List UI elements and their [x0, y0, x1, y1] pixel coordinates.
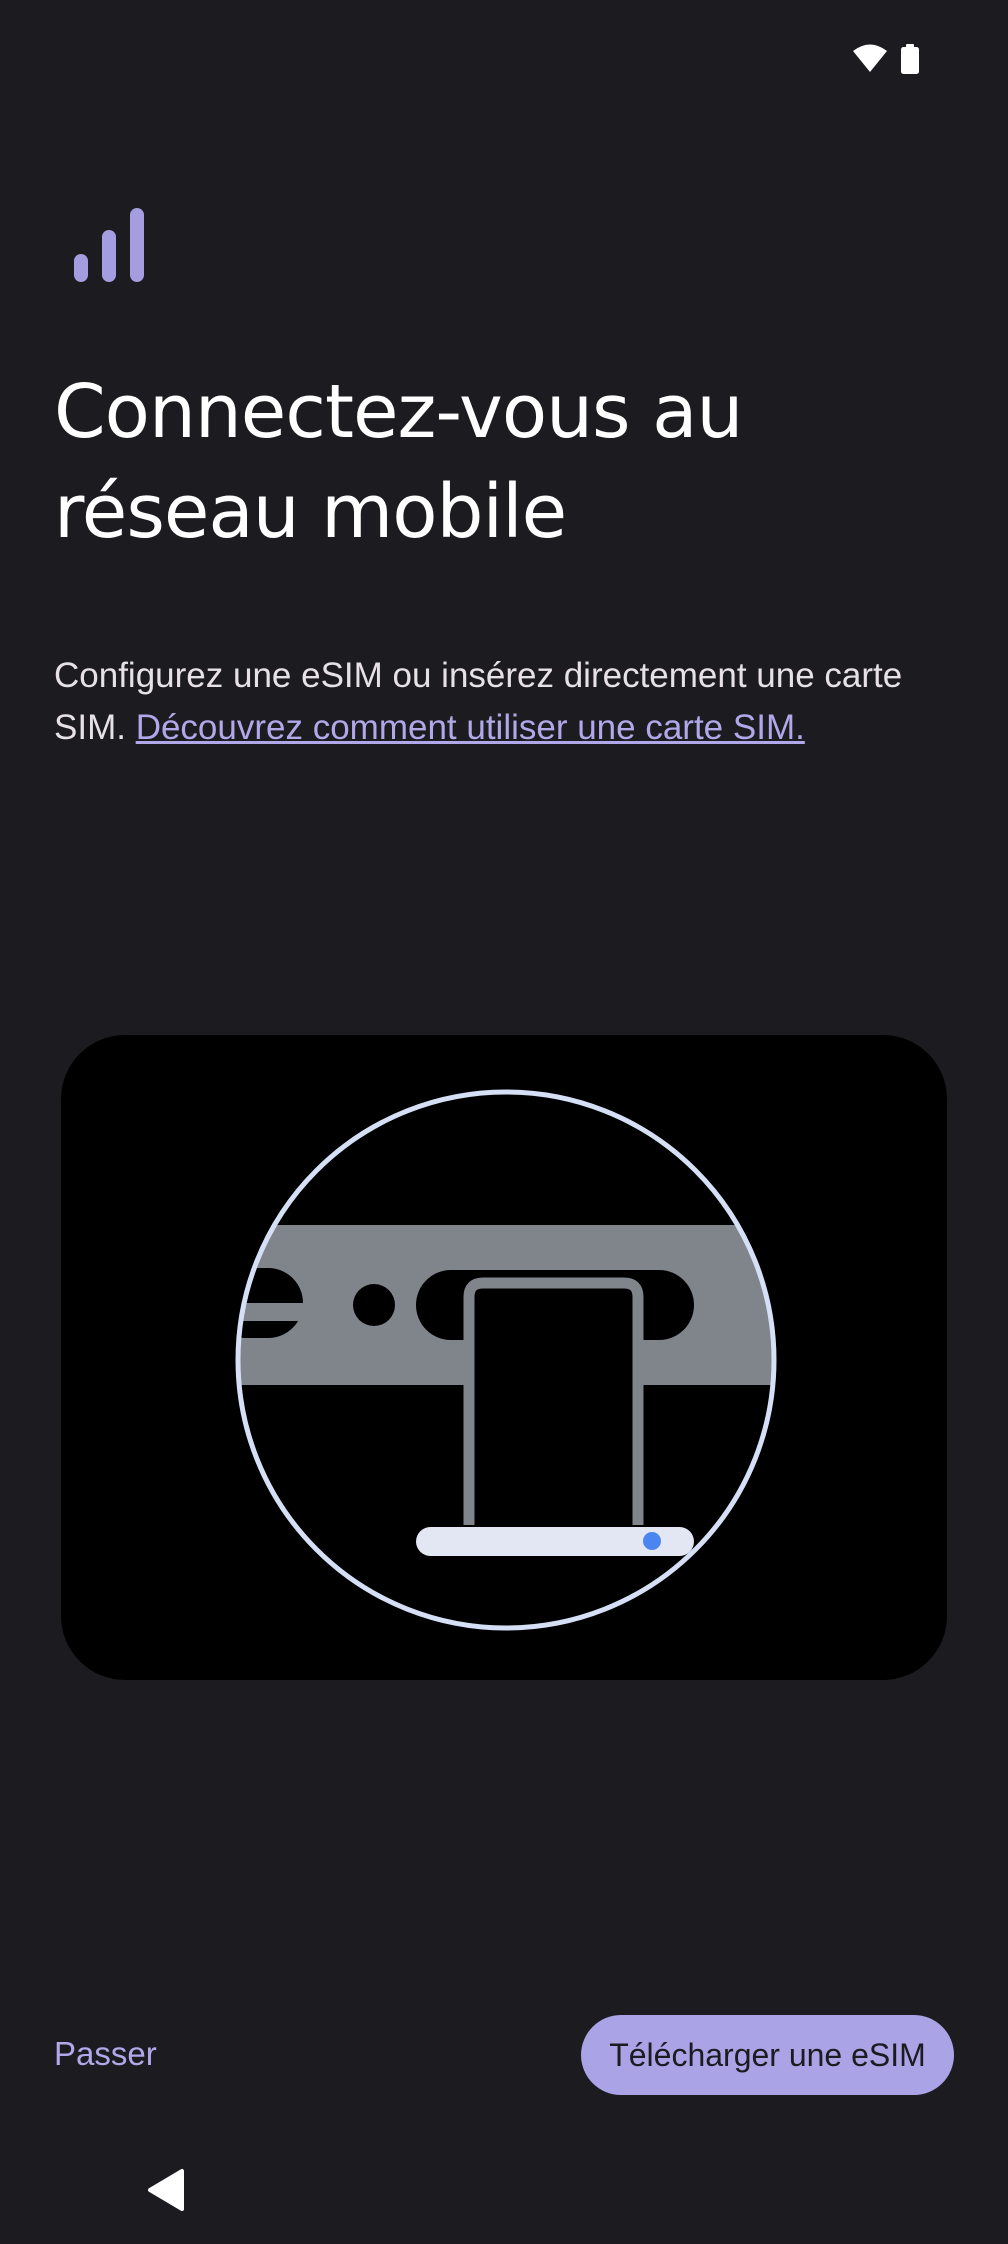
- skip-button[interactable]: Passer: [40, 2014, 171, 2094]
- wifi-icon: [853, 44, 887, 72]
- phone-edge-detail: [239, 1225, 773, 1556]
- navigation-bar: [0, 2150, 1008, 2244]
- battery-icon: [901, 44, 919, 74]
- sim-tray-illustration: [61, 1035, 947, 1680]
- title-line-2: réseau mobile: [54, 469, 567, 555]
- learn-sim-link[interactable]: Découvrez comment utiliser une carte SIM…: [136, 708, 805, 747]
- back-icon[interactable]: [146, 2168, 186, 2212]
- title-line-1: Connectez-vous au: [54, 369, 743, 455]
- description: Configurez une eSIM ou insérez directeme…: [54, 650, 954, 754]
- sim-tray-graphic: [235, 1089, 777, 1631]
- status-bar: [0, 0, 1008, 110]
- page-title: Connectez-vous au réseau mobile: [54, 362, 954, 562]
- signal-icon: [74, 208, 144, 282]
- download-esim-button[interactable]: Télécharger une eSIM: [581, 2015, 954, 2095]
